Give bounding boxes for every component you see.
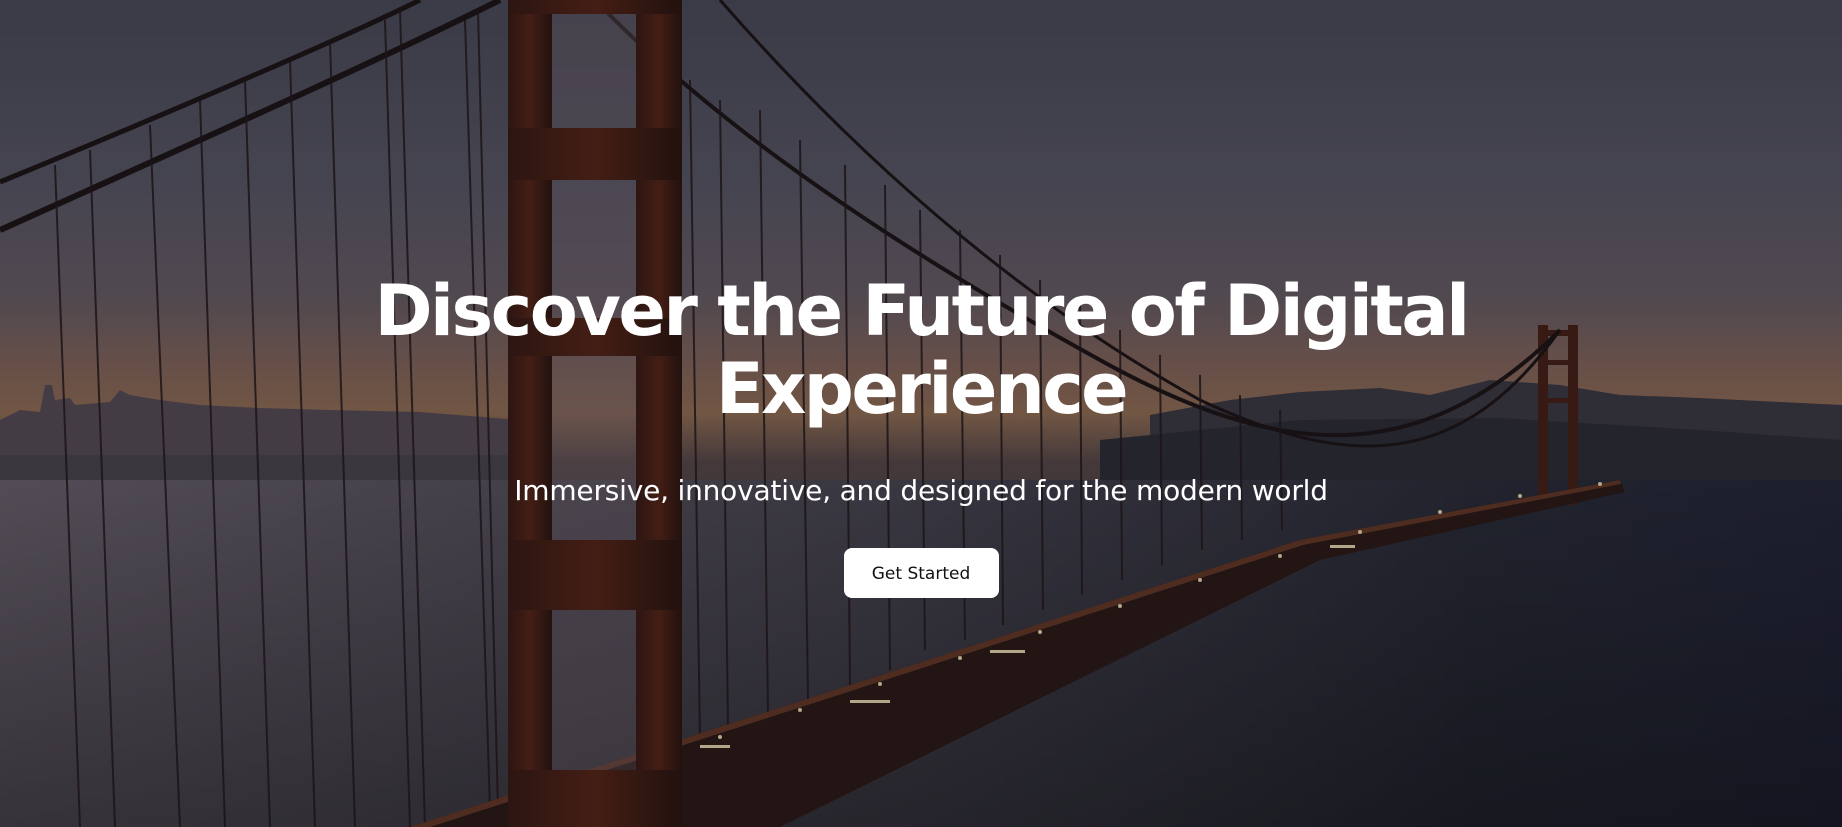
hero-content: Discover the Future of Digital Experienc…: [0, 272, 1842, 598]
hero-title: Discover the Future of Digital Experienc…: [374, 270, 1470, 430]
get-started-button[interactable]: Get Started: [843, 548, 999, 598]
hero-subtitle: Immersive, innovative, and designed for …: [514, 474, 1328, 507]
hero-section: Discover the Future of Digital Experienc…: [0, 0, 1842, 827]
